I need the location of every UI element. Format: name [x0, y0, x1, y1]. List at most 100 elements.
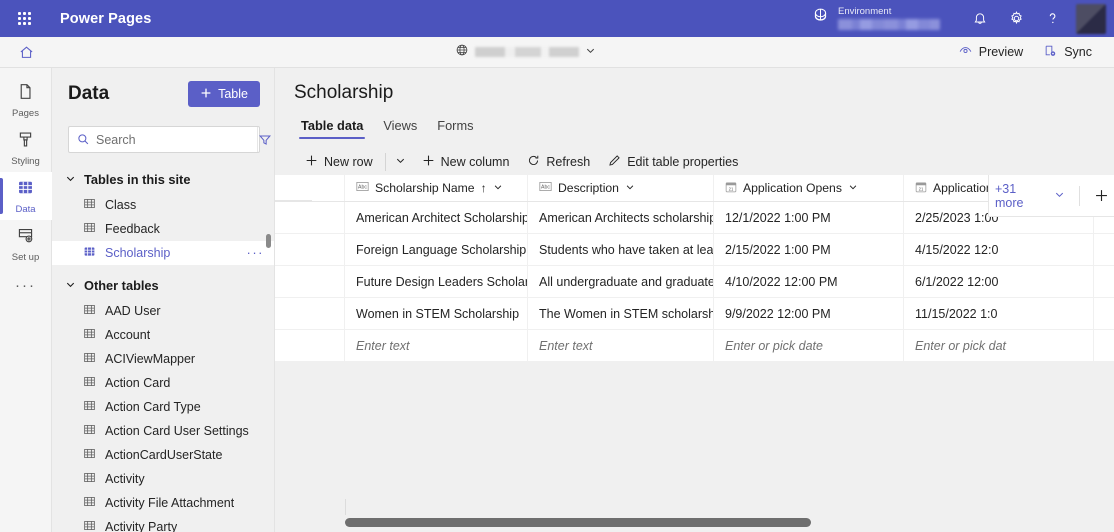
panel-scrollbar[interactable]: [266, 234, 271, 248]
new-column-button[interactable]: New column: [414, 149, 518, 175]
home-icon[interactable]: [0, 44, 52, 61]
table-item-scholarship[interactable]: Scholarship ···: [52, 241, 274, 265]
edit-table-properties-label: Edit table properties: [627, 155, 739, 169]
notifications-icon[interactable]: [962, 0, 998, 37]
table-icon: [83, 495, 96, 511]
new-row-opens-input[interactable]: Enter or pick date: [714, 330, 904, 362]
tab-table-data[interactable]: Table data: [293, 114, 371, 141]
cell-description[interactable]: American Architects scholarship is...: [528, 202, 714, 234]
refresh-button[interactable]: Refresh: [519, 149, 598, 175]
horizontal-scrollbar-thumb[interactable]: [345, 518, 811, 527]
table-icon: [16, 178, 35, 202]
row-select-cell[interactable]: [312, 266, 345, 298]
table-item-activity[interactable]: Activity: [52, 467, 274, 491]
sidebar-item-pages[interactable]: Pages: [0, 76, 52, 124]
column-header-scholarship-name[interactable]: Abc Scholarship Name ↑: [345, 175, 528, 201]
user-avatar[interactable]: [1076, 3, 1106, 34]
table-item-aciviewmapper[interactable]: ACIViewMapper: [52, 347, 274, 371]
cell-scholarship-name[interactable]: Foreign Language Scholarship: [345, 234, 528, 266]
app-title: Power Pages: [60, 10, 152, 27]
settings-icon[interactable]: [998, 0, 1034, 37]
chevron-down-icon[interactable]: [625, 181, 635, 195]
cell-application-opens[interactable]: 12/1/2022 1:00 PM: [714, 202, 904, 234]
table-row[interactable]: Women in STEM Scholarship The Women in ST…: [275, 298, 1114, 330]
new-row-due-input[interactable]: Enter or pick dat: [904, 330, 1094, 362]
table-icon: [83, 351, 96, 367]
row-select-cell[interactable]: [312, 234, 345, 266]
table-item-activity-file-attachment[interactable]: Activity File Attachment: [52, 491, 274, 515]
add-column-button[interactable]: [1088, 183, 1114, 209]
table-item-class[interactable]: Class: [52, 193, 274, 217]
site-picker[interactable]: [455, 43, 596, 62]
cell-application-due[interactable]: 6/1/2022 12:00: [904, 266, 1094, 298]
data-grid[interactable]: Abc Scholarship Name ↑ Abc Description 2…: [275, 175, 1114, 532]
new-table-label: Table: [218, 87, 248, 101]
column-header-application-opens[interactable]: 21 Application Opens: [714, 175, 904, 201]
chevron-down-icon: [65, 278, 76, 293]
environment-picker[interactable]: Environment: [812, 6, 940, 31]
cell-application-opens[interactable]: 2/15/2022 1:00 PM: [714, 234, 904, 266]
horizontal-scrollbar[interactable]: [345, 515, 1114, 529]
new-row-name-input[interactable]: Enter text: [345, 330, 528, 362]
cell-description[interactable]: The Women in STEM scholarship i...: [528, 298, 714, 330]
edit-table-properties-button[interactable]: Edit table properties: [600, 149, 746, 175]
sort-ascending-icon: ↑: [480, 181, 487, 195]
group-label: Tables in this site: [84, 171, 191, 187]
table-item-activity-party[interactable]: Activity Party: [52, 515, 274, 532]
table-item-account[interactable]: Account: [52, 323, 274, 347]
sidebar-more-button[interactable]: ···: [0, 268, 52, 302]
tables-list[interactable]: Tables in this site Class Feedback Schol…: [52, 165, 274, 532]
new-table-button[interactable]: Table: [188, 81, 260, 107]
table-item-feedback[interactable]: Feedback: [52, 217, 274, 241]
cell-application-due[interactable]: 4/15/2022 12:0: [904, 234, 1094, 266]
table-row[interactable]: Foreign Language Scholarship Students who…: [275, 234, 1114, 266]
chevron-down-icon[interactable]: [493, 181, 503, 195]
cell-scholarship-name[interactable]: Future Design Leaders Scholarship: [345, 266, 528, 298]
grid-new-row[interactable]: Enter text Enter text Enter or pick date…: [275, 330, 1114, 362]
cell-application-opens[interactable]: 4/10/2022 12:00 PM: [714, 266, 904, 298]
filter-icon[interactable]: [257, 127, 272, 152]
table-item-actioncarduserstate[interactable]: ActionCardUserState: [52, 443, 274, 467]
row-select-header[interactable]: [312, 175, 345, 201]
table-row[interactable]: Future Design Leaders ScholarshipAll und…: [275, 266, 1114, 298]
sidebar-item-styling[interactable]: Styling: [0, 124, 52, 172]
tab-views[interactable]: Views: [375, 114, 425, 141]
top-brand-bar: Power Pages Environment: [0, 0, 1114, 37]
svg-text:21: 21: [729, 186, 734, 191]
cell-description[interactable]: All undergraduate and graduate s...: [528, 266, 714, 298]
more-columns-button[interactable]: +31 more: [989, 178, 1071, 214]
table-item-action-card[interactable]: Action Card: [52, 371, 274, 395]
help-icon[interactable]: [1034, 0, 1070, 37]
sync-button[interactable]: Sync: [1035, 39, 1100, 65]
table-item-aad-user[interactable]: AAD User: [52, 299, 274, 323]
search-box[interactable]: [68, 126, 271, 153]
row-select-cell[interactable]: [312, 330, 345, 362]
row-select-cell[interactable]: [312, 298, 345, 330]
sidebar-item-setup[interactable]: Set up: [0, 220, 52, 268]
group-header-other-tables[interactable]: Other tables: [52, 271, 274, 299]
new-row-description-input[interactable]: Enter text: [528, 330, 714, 362]
data-panel-title: Data: [68, 83, 110, 104]
table-item-action-card-type[interactable]: Action Card Type: [52, 395, 274, 419]
cell-description[interactable]: Students who have taken at least ...: [528, 234, 714, 266]
table-item-action-card-user-settings[interactable]: Action Card User Settings: [52, 419, 274, 443]
svg-text:21: 21: [919, 186, 924, 191]
app-launcher-icon[interactable]: [0, 12, 48, 25]
cell-application-due[interactable]: 11/15/2022 1:0: [904, 298, 1094, 330]
pencil-icon: [608, 154, 621, 170]
group-header-tables-in-this-site[interactable]: Tables in this site: [52, 165, 274, 193]
sidebar-item-data[interactable]: Data: [0, 172, 52, 220]
tab-forms[interactable]: Forms: [429, 114, 481, 141]
preview-button[interactable]: Preview: [950, 39, 1031, 65]
cell-application-opens[interactable]: 9/9/2022 12:00 PM: [714, 298, 904, 330]
cell-scholarship-name[interactable]: Women in STEM Scholarship: [345, 298, 528, 330]
column-header-description[interactable]: Abc Description: [528, 175, 714, 201]
cell-scholarship-name[interactable]: American Architect Scholarship: [345, 202, 528, 234]
new-row-dropdown[interactable]: [390, 150, 412, 174]
row-select-cell[interactable]: [312, 202, 345, 234]
chevron-down-icon[interactable]: [585, 43, 596, 61]
chevron-down-icon[interactable]: [848, 181, 858, 195]
table-item-overflow-menu[interactable]: ···: [247, 246, 265, 259]
new-row-button[interactable]: New row: [297, 149, 381, 175]
search-input[interactable]: [96, 127, 257, 152]
